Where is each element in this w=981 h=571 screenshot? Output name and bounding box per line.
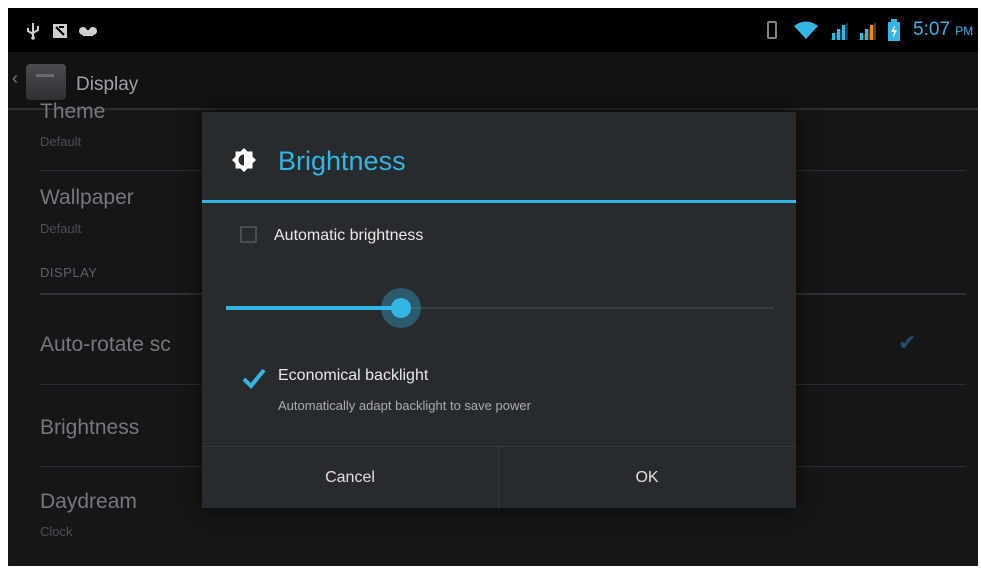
pref-title-wallpaper[interactable]: Wallpaper [40,186,134,210]
cancel-button[interactable]: Cancel [202,447,499,509]
economical-backlight-checkbox-checked-icon[interactable] [242,367,266,389]
status-bar: 5:07 PM [8,8,978,52]
brightness-slider-fill [226,306,402,310]
pref-summary-wallpaper: Default [40,221,82,236]
wifi-icon [794,21,818,39]
display-settings-icon[interactable] [26,64,66,100]
dialog-title-divider [202,200,796,203]
status-clock: 5:07 PM [913,19,974,40]
battery-icon [888,19,900,41]
notification-icon [53,24,67,38]
pref-title-brightness[interactable]: Brightness [40,416,139,440]
auto-rotate-checkmark-icon[interactable]: ✔ [898,330,916,356]
signal-icon [830,22,848,40]
dialog-title: Brightness [278,146,406,176]
pref-title-auto-rotate[interactable]: Auto-rotate sc [40,333,171,357]
action-bar: ‹ Display [8,52,978,110]
android-screen: 5:07 PM ‹ Display Theme Default Wallpape… [8,8,978,566]
voicemail-icon [79,27,97,36]
pref-summary-theme: Default [40,134,82,149]
signal-icon [858,22,876,40]
action-bar-title: Display [76,74,139,95]
pref-title-theme[interactable]: Theme [40,100,105,124]
economical-backlight-summary: Automatically adapt backlight to save po… [278,398,531,413]
pref-summary-daydream: Clock [40,524,73,539]
pref-title-daydream[interactable]: Daydream [40,490,137,514]
automatic-brightness-label[interactable]: Automatic brightness [274,227,423,245]
vibrate-icon [767,21,777,39]
economical-backlight-label[interactable]: Economical backlight [278,367,428,385]
brightness-slider-thumb[interactable] [381,288,422,328]
ok-button[interactable]: OK [499,447,795,509]
back-chevron-icon[interactable]: ‹ [12,68,18,89]
brightness-dialog: Brightness Automatic brightness Economic… [202,112,796,509]
automatic-brightness-checkbox[interactable] [240,226,257,243]
brightness-icon [232,148,256,172]
dialog-button-row: Cancel OK [202,446,796,509]
usb-icon [27,23,39,40]
section-header-display: DISPLAY [40,265,98,280]
